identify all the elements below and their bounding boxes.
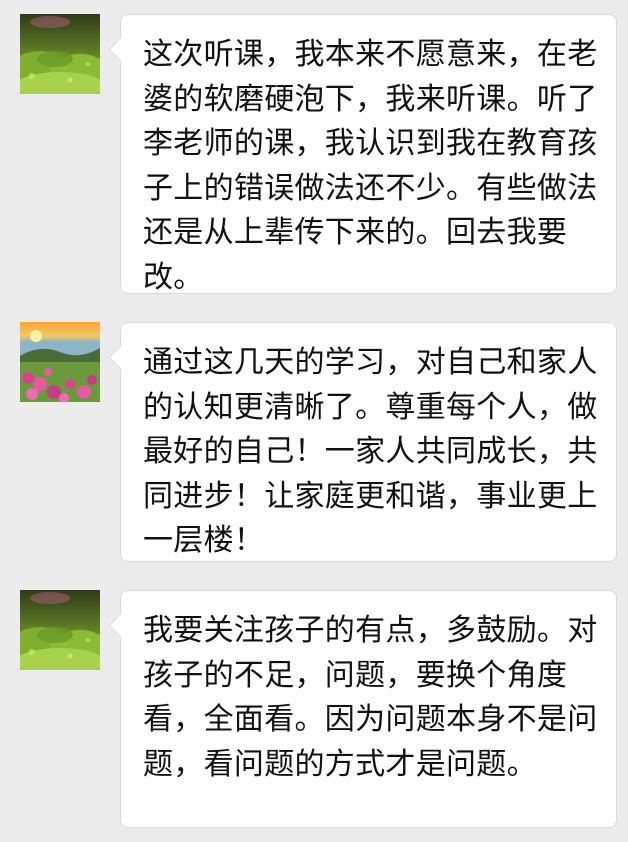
avatar[interactable]: [20, 14, 100, 94]
flower-landscape-avatar-image: [20, 322, 100, 402]
moss-avatar-image: [20, 14, 100, 94]
message-bubble[interactable]: 通过这几天的学习，对自己和家人的认知更清晰了。尊重每个人，做最好的自己！一家人共…: [120, 322, 617, 562]
message-bubble[interactable]: 这次听课，我本来不愿意来，在老婆的软磨硬泡下，我来听课。听了李老师的课，我认识到…: [120, 14, 617, 295]
message-bubble[interactable]: 我要关注孩子的有点，多鼓励。对孩子的不足，问题，要换个角度看，全面看。因为问题本…: [120, 590, 617, 828]
avatar[interactable]: [20, 590, 100, 670]
moss-avatar-image: [20, 590, 100, 670]
avatar[interactable]: [20, 322, 100, 402]
chat-thread: 这次听课，我本来不愿意来，在老婆的软磨硬泡下，我来听课。听了李老师的课，我认识到…: [0, 0, 628, 842]
